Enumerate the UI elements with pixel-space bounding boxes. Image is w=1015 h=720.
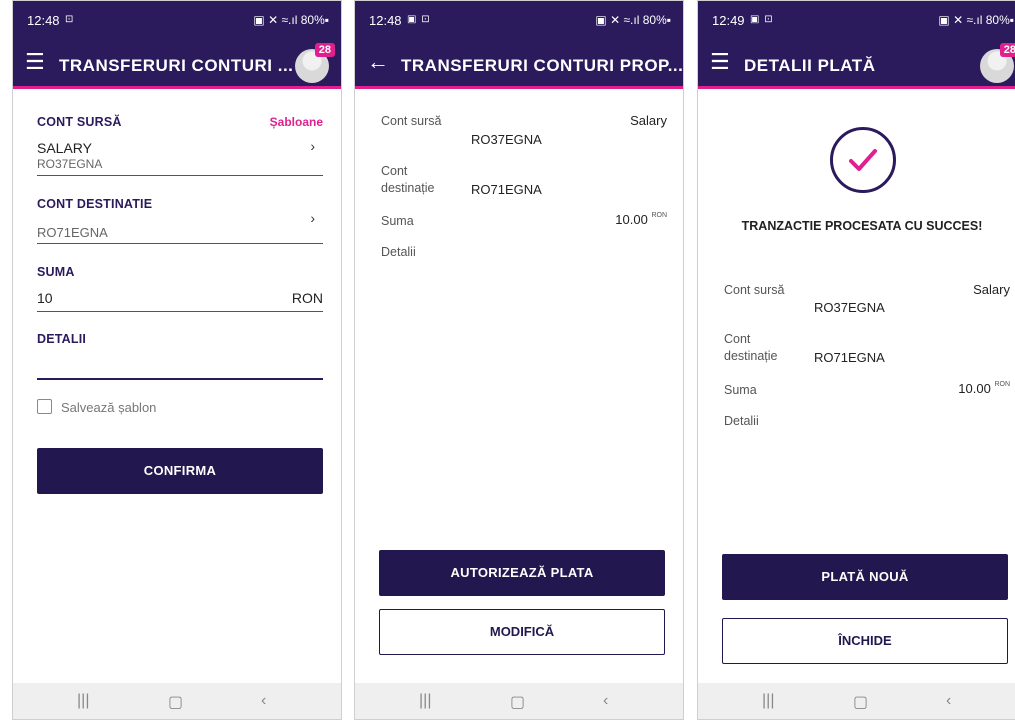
new-payment-button[interactable]: PLATĂ NOUĂ (722, 554, 1008, 600)
app-bar: ← TRANSFERURI CONTURI PROP... (355, 39, 683, 89)
recent-apps-icon[interactable]: ||| (419, 692, 431, 710)
amount-label: Suma (724, 383, 757, 397)
system-nav-bar: ||| ▢ ‹ (355, 683, 683, 719)
menu-icon[interactable]: ☰ (25, 49, 45, 75)
amount-display: 10.00 RON (615, 212, 667, 227)
status-system-icons: ▣ ✕ ≈.ıl 80%▪ (938, 13, 1014, 27)
amount-display: 10.00 RON (958, 381, 1010, 396)
screen-transfer-form: 12:48 ⊡ ▣ ✕ ≈.ıl 80%▪ ☰ TRANSFERURI CONT… (12, 0, 342, 720)
status-time: 12:48 (369, 13, 402, 28)
divider (37, 243, 323, 244)
amount-label: Suma (381, 214, 414, 228)
status-system-icons: ▣ ✕ ≈.ıl 80%▪ (253, 13, 329, 27)
app-bar: ☰ DETALII PLATĂ 28 (698, 39, 1015, 89)
status-bar: 12:48 ⊡ ▣ ✕ ≈.ıl 80%▪ (13, 1, 341, 39)
amount-value: 10 (37, 290, 53, 306)
destination-label-line1: Cont (724, 332, 751, 346)
notification-badge: 28 (314, 43, 335, 57)
save-template-label: Salvează șablon (61, 400, 157, 415)
details-input[interactable] (37, 351, 323, 379)
status-time: 12:48 (27, 13, 60, 28)
status-bar: 12:49 ▣ ⊡ ▣ ✕ ≈.ıl 80%▪ (698, 1, 1015, 39)
system-nav-bar: ||| ▢ ‹ (13, 683, 341, 719)
screen-transfer-review: 12:48 ▣ ⊡ ▣ ✕ ≈.ıl 80%▪ ← TRANSFERURI CO… (354, 0, 684, 720)
destination-label-line1: Cont (381, 164, 408, 178)
recent-apps-icon[interactable]: ||| (762, 692, 774, 710)
chevron-right-icon: › (310, 138, 315, 154)
amount-value: 10.00 (615, 212, 648, 227)
details-label: Detalii (724, 414, 759, 428)
source-account-label: CONT SURSĂ (37, 115, 122, 129)
source-account-iban: RO37EGNA (471, 132, 542, 147)
nav-back-icon[interactable]: ‹ (946, 692, 951, 710)
screen-payment-details: 12:49 ▣ ⊡ ▣ ✕ ≈.ıl 80%▪ ☰ DETALII PLATĂ … (697, 0, 1015, 720)
page-title: DETALII PLATĂ (744, 56, 876, 75)
details-label: Detalii (381, 245, 416, 259)
confirm-button[interactable]: CONFIRMA (37, 448, 323, 494)
chevron-right-icon: › (310, 210, 315, 226)
system-nav-bar: ||| ▢ ‹ (698, 683, 1015, 719)
details-underline (37, 378, 323, 380)
source-account-name: Salary (630, 113, 667, 128)
authorize-payment-button[interactable]: AUTORIZEAZĂ PLATA (379, 550, 665, 596)
destination-account-iban: RO71EGNA (471, 182, 542, 197)
status-system-icons: ▣ ✕ ≈.ıl 80%▪ (595, 13, 671, 27)
destination-label-line2: destinație (724, 349, 778, 363)
save-template-checkbox[interactable] (37, 399, 52, 414)
home-icon[interactable]: ▢ (168, 692, 183, 712)
notification-badge: 28 (999, 43, 1015, 57)
amount-currency: RON (291, 290, 323, 306)
source-account-iban: RO37EGNA (37, 157, 103, 171)
destination-account-iban: RO71EGNA (37, 225, 108, 240)
home-icon[interactable]: ▢ (853, 692, 868, 712)
amount-currency: RON (994, 381, 1010, 388)
templates-link[interactable]: Șabloane (270, 115, 323, 129)
status-notification-icons: ▣ ⊡ (407, 14, 431, 25)
divider (37, 311, 323, 312)
success-message: TRANZACTIE PROCESATA CU SUCCES! (741, 219, 983, 233)
status-notification-icons: ▣ ⊡ (750, 14, 774, 25)
destination-label-line2: destinație (381, 181, 435, 195)
amount-currency: RON (651, 212, 667, 219)
source-account-label: Cont sursă (381, 114, 442, 128)
amount-label: SUMA (37, 265, 75, 279)
destination-account-iban: RO71EGNA (814, 350, 885, 365)
page-title: TRANSFERURI CONTURI PROP... (401, 56, 684, 75)
details-label: DETALII (37, 332, 87, 346)
status-bar: 12:48 ▣ ⊡ ▣ ✕ ≈.ıl 80%▪ (355, 1, 683, 39)
destination-account-label: CONT DESTINATIE (37, 197, 153, 211)
page-title: TRANSFERURI CONTURI ... (59, 56, 294, 75)
home-icon[interactable]: ▢ (510, 692, 525, 712)
back-arrow-icon[interactable]: ← (367, 49, 389, 75)
check-circle-icon (830, 127, 896, 193)
status-notification-icons: ⊡ (65, 14, 75, 25)
recent-apps-icon[interactable]: ||| (77, 692, 89, 710)
app-bar: ☰ TRANSFERURI CONTURI ... 28 (13, 39, 341, 89)
close-button[interactable]: ÎNCHIDE (722, 618, 1008, 664)
status-time: 12:49 (712, 13, 745, 28)
source-account-iban: RO37EGNA (814, 300, 885, 315)
amount-value: 10.00 (958, 381, 991, 396)
source-account-label: Cont sursă (724, 283, 785, 297)
nav-back-icon[interactable]: ‹ (603, 692, 608, 710)
source-account-name: SALARY (37, 140, 92, 156)
divider (37, 175, 323, 176)
nav-back-icon[interactable]: ‹ (261, 692, 266, 710)
modify-button[interactable]: MODIFICĂ (379, 609, 665, 655)
menu-icon[interactable]: ☰ (710, 49, 730, 75)
source-account-name: Salary (973, 282, 1010, 297)
